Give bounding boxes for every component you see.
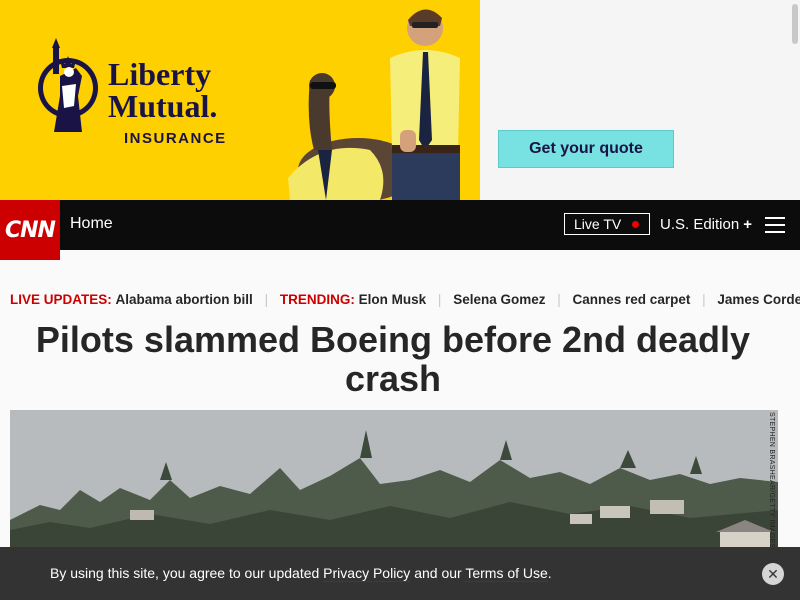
edition-selector[interactable]: U.S. Edition +	[660, 216, 752, 233]
divider: |	[557, 292, 561, 307]
ad-right-area	[470, 0, 800, 200]
trending-link-4[interactable]: James Corden	[717, 292, 800, 307]
article-photo[interactable]	[10, 410, 778, 550]
ad-banner[interactable]: Liberty Mutual. INSURANCE Get your quote	[0, 0, 800, 200]
ad-brand-line1: Liberty	[108, 56, 212, 92]
ad-scrollbar[interactable]	[792, 4, 798, 44]
get-quote-button[interactable]: Get your quote	[498, 130, 674, 168]
photo-credit: STEPHEN BRASHEAR/GETTY IMAGES	[764, 412, 778, 549]
plus-icon: +	[743, 216, 752, 233]
ad-people-illustration	[288, 9, 460, 200]
landscape-image	[10, 410, 778, 550]
ad-brand-line2: Mutual.	[108, 88, 218, 124]
nav-home-link[interactable]: Home	[70, 215, 113, 233]
cookie-text-after: .	[547, 565, 552, 581]
divider: |	[702, 292, 706, 307]
live-updates-label: LIVE UPDATES:	[10, 292, 112, 307]
trending-link-alabama[interactable]: Alabama abortion bill	[116, 292, 253, 307]
trending-bar: LIVE UPDATES: Alabama abortion bill | TR…	[10, 292, 800, 312]
close-icon[interactable]: ✕	[762, 563, 784, 585]
divider: |	[437, 292, 442, 307]
divider: |	[264, 292, 269, 307]
trending-link-2[interactable]: Selena Gomez	[453, 292, 545, 307]
article-headline: Pilots slammed Boeing before 2nd deadly …	[35, 319, 751, 399]
edition-label: U.S. Edition	[660, 216, 740, 233]
privacy-policy-link[interactable]: Privacy Policy	[323, 565, 411, 582]
statue-of-liberty-icon	[38, 38, 98, 132]
live-indicator-icon	[632, 221, 639, 228]
cookie-message: By using this site, you agree to our upd…	[50, 565, 552, 582]
ad-brand-line3: INSURANCE	[124, 130, 227, 147]
top-navbar: CNN Home Live TV U.S. Edition +	[0, 200, 800, 260]
trending-link-3[interactable]: Cannes red carpet	[573, 292, 691, 307]
photo-credit-text: STEPHEN BRASHEAR/GETTY IMAGES	[768, 412, 775, 549]
live-tv-button[interactable]: Live TV	[564, 213, 650, 235]
liberty-mutual-logo[interactable]: Liberty Mutual. INSURANCE	[32, 36, 242, 147]
hamburger-icon[interactable]	[765, 217, 785, 233]
live-tv-label: Live TV	[574, 216, 622, 232]
cookie-consent-bar: By using this site, you agree to our upd…	[0, 547, 800, 600]
cookie-text-middle: and our	[410, 565, 466, 581]
trending-label: TRENDING:	[279, 292, 355, 307]
trending-link-1[interactable]: Elon Musk	[359, 292, 427, 307]
terms-of-use-link[interactable]: Terms of Use	[465, 565, 548, 582]
cnn-logo[interactable]: CNN	[0, 200, 60, 260]
cookie-text-before: By using this site, you agree to our upd…	[50, 565, 324, 581]
